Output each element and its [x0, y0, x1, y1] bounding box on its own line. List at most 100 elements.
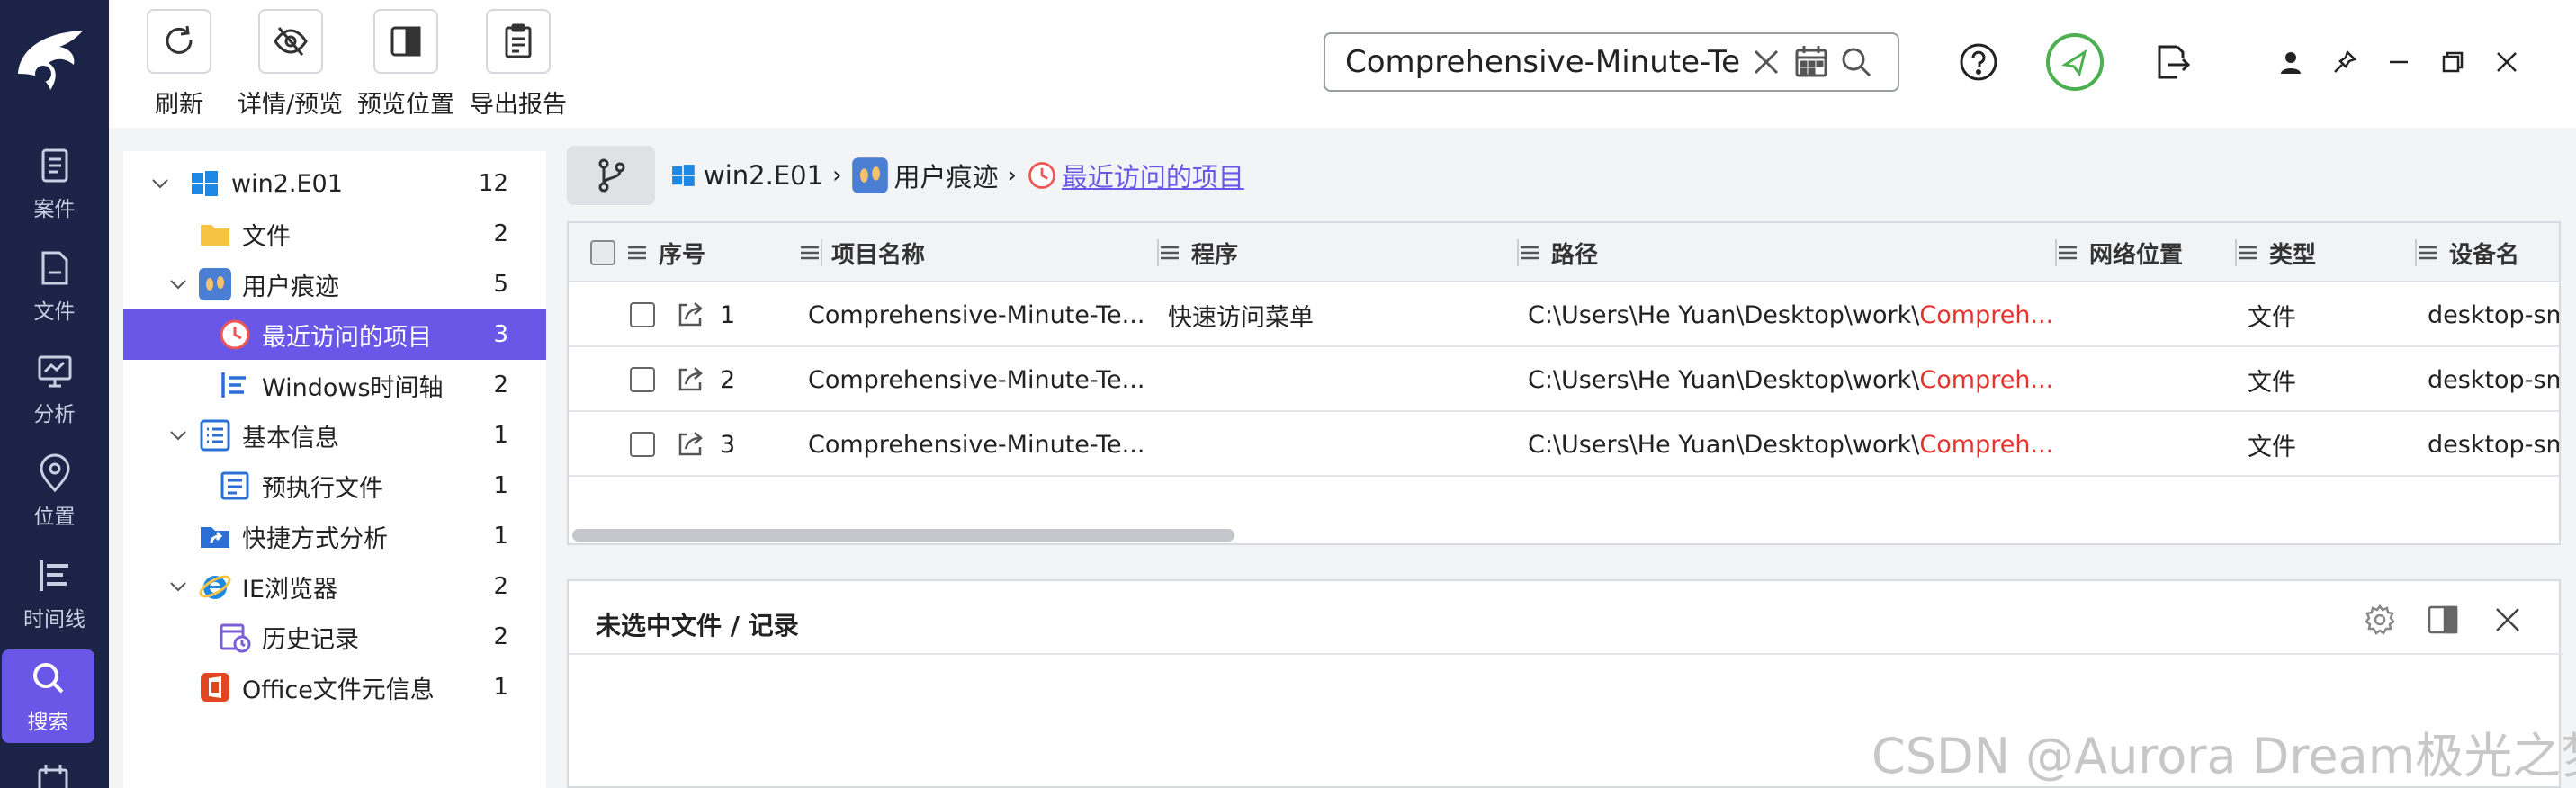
- export-report-button[interactable]: 导出报告: [470, 9, 567, 120]
- column-header-path[interactable]: 路径: [1551, 237, 1598, 270]
- nav-analysis[interactable]: 分析: [0, 342, 109, 435]
- refresh-label: 刷新: [155, 91, 203, 119]
- minimize-button[interactable]: [2381, 32, 2417, 92]
- column-header-device[interactable]: 设备名: [2449, 237, 2519, 270]
- row-checkbox[interactable]: [630, 432, 655, 457]
- help-button[interactable]: [1949, 32, 2008, 92]
- open-external-icon[interactable]: [673, 298, 707, 332]
- select-all-checkbox[interactable]: [590, 240, 615, 265]
- nav-timeline[interactable]: 时间线: [0, 547, 109, 640]
- refresh-button[interactable]: 刷新: [147, 9, 211, 120]
- gear-icon: [2365, 604, 2395, 635]
- column-header-program[interactable]: 程序: [1191, 237, 1238, 270]
- column-header-index[interactable]: 序号: [659, 237, 705, 270]
- column-path[interactable]: 路径: [1517, 223, 2057, 282]
- column-menu-icon[interactable]: [2055, 240, 2080, 265]
- tree-item-basic-info[interactable]: 基本信息 1: [123, 410, 546, 461]
- open-external-icon[interactable]: [673, 427, 707, 461]
- column-program[interactable]: 程序: [1157, 223, 1519, 282]
- column-menu-icon[interactable]: [2415, 240, 2440, 265]
- tree-item-windows-timeline[interactable]: Windows时间轴 2: [123, 360, 546, 410]
- status-button[interactable]: [2045, 32, 2105, 92]
- cell-name: Comprehensive-Minute-Te...: [808, 300, 1145, 329]
- breadcrumb-item-user-traces[interactable]: 用户痕迹: [893, 157, 998, 194]
- details-preview-button[interactable]: 详情/预览: [238, 9, 343, 120]
- horizontal-scrollbar[interactable]: [572, 529, 1234, 542]
- restore-button[interactable]: [2435, 32, 2471, 92]
- tree-item-files[interactable]: 文件 2: [123, 209, 546, 259]
- column-menu-icon[interactable]: [1517, 240, 1542, 265]
- chevron-down-icon[interactable]: [168, 577, 188, 596]
- open-external-icon[interactable]: [673, 363, 707, 397]
- tree-item-shortcut-analysis[interactable]: 快捷方式分析 1: [123, 511, 546, 561]
- tree-item-recent-items[interactable]: 最近访问的项目 3: [123, 309, 546, 360]
- column-menu-icon[interactable]: [624, 240, 650, 265]
- column-name[interactable]: 项目名称: [797, 223, 1159, 282]
- tree-item-office-metadata[interactable]: Office文件元信息 1: [123, 662, 546, 712]
- search-submit-icon[interactable]: [1836, 42, 1876, 82]
- column-menu-icon[interactable]: [1157, 240, 1182, 265]
- internet-explorer-icon: [199, 575, 231, 599]
- table-row[interactable]: 1 Comprehensive-Minute-Te... 快速访问菜单 C:\U…: [569, 282, 2559, 347]
- calendar-icon[interactable]: [32, 765, 74, 788]
- table-row[interactable]: 3 Comprehensive-Minute-Te... C:\Users\He…: [569, 412, 2559, 477]
- column-menu-icon[interactable]: [2235, 240, 2260, 265]
- watermark: CSDN @Aurora Dream极光之梦: [1871, 728, 2576, 784]
- column-header-network[interactable]: 网络位置: [2089, 237, 2183, 270]
- column-type[interactable]: 类型: [2235, 223, 2417, 282]
- column-device[interactable]: 设备名: [2415, 223, 2559, 282]
- table-row[interactable]: 2 Comprehensive-Minute-Te... C:\Users\He…: [569, 347, 2559, 412]
- cell-device: desktop-sm2: [2428, 300, 2559, 329]
- folder-icon: [201, 225, 229, 246]
- column-menu-icon[interactable]: [797, 240, 822, 265]
- tree-item-prefetch[interactable]: 预执行文件 1: [123, 461, 546, 511]
- details-preview-button-frame: [257, 9, 323, 74]
- tree-item-user-traces[interactable]: 用户痕迹 5: [123, 259, 546, 309]
- cell-path-highlight: Compreh...: [1919, 300, 2054, 329]
- preview-position-button[interactable]: 预览位置: [357, 9, 454, 120]
- calendar-picker-icon[interactable]: [1791, 42, 1831, 82]
- export-file-button[interactable]: [2141, 32, 2201, 92]
- chevron-down-icon[interactable]: [168, 274, 188, 294]
- chevron-down-icon[interactable]: [150, 174, 170, 193]
- search-box[interactable]: Comprehensive-Minute-Ter: [1324, 32, 1899, 92]
- tree-item-win2[interactable]: win2.E01 12: [123, 158, 546, 209]
- detail-close-button[interactable]: [2485, 597, 2530, 642]
- cell-type: 文件: [2248, 368, 2296, 397]
- detail-layout-button[interactable]: [2420, 597, 2465, 642]
- search-icon: [32, 663, 63, 694]
- cell-device: desktop-sm2: [2428, 365, 2559, 394]
- export-report-button-frame: [486, 9, 551, 74]
- close-window-button[interactable]: [2489, 32, 2525, 92]
- prefetch-icon: [220, 471, 249, 500]
- pin-button[interactable]: [2327, 32, 2363, 92]
- list-icon: [200, 419, 230, 452]
- column-header-type[interactable]: 类型: [2269, 237, 2316, 270]
- row-checkbox[interactable]: [630, 367, 655, 392]
- row-checkbox[interactable]: [630, 302, 655, 327]
- results-table: 序号 项目名称 程序 路径 网络位置 类型 设备名 1 Comprehensiv…: [567, 221, 2561, 545]
- nav-case[interactable]: 案件: [0, 137, 109, 230]
- breadcrumb-item-win2[interactable]: win2.E01: [704, 160, 823, 191]
- nav-location[interactable]: 位置: [0, 444, 109, 538]
- nav-file[interactable]: 文件: [0, 239, 109, 333]
- user-button[interactable]: [2273, 32, 2309, 92]
- help-icon: [1960, 43, 1997, 81]
- case-icon: [41, 148, 67, 183]
- select-all-column[interactable]: 序号: [590, 223, 822, 282]
- tree-label: 基本信息: [242, 424, 339, 452]
- close-icon: [2496, 608, 2519, 631]
- tree-item-history[interactable]: 历史记录 2: [123, 612, 546, 662]
- clear-icon[interactable]: [1746, 42, 1786, 82]
- tree-item-ie-browser[interactable]: IE浏览器 2: [123, 561, 546, 612]
- search-input[interactable]: Comprehensive-Minute-Ter: [1345, 44, 1741, 80]
- tree-label: Office文件元信息: [242, 676, 435, 704]
- column-header-name[interactable]: 项目名称: [831, 237, 925, 270]
- column-network[interactable]: 网络位置: [2055, 223, 2237, 282]
- branch-button[interactable]: [567, 146, 655, 205]
- detail-settings-button[interactable]: [2357, 597, 2402, 642]
- breadcrumb-item-recent-items[interactable]: 最近访问的项目: [1062, 157, 1244, 194]
- chevron-down-icon[interactable]: [168, 425, 188, 445]
- refresh-icon: [166, 25, 193, 54]
- nav-search[interactable]: 搜索: [2, 649, 94, 743]
